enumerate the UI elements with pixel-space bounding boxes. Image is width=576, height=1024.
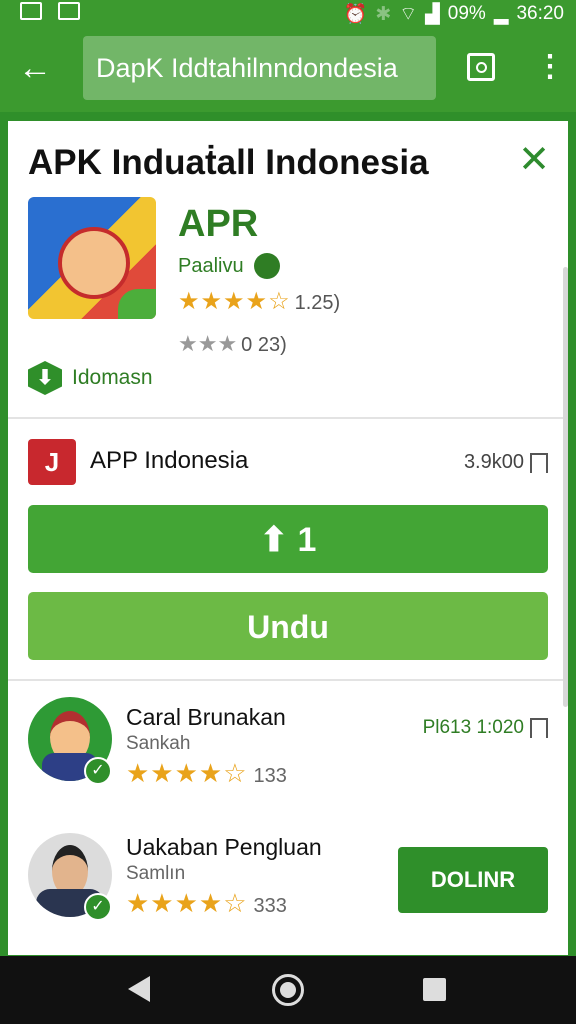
price-text: Pl613 1:020 bbox=[422, 717, 524, 738]
rating-stars: ★★★★☆ bbox=[178, 288, 291, 315]
search-icon[interactable] bbox=[467, 53, 495, 81]
verified-check-icon: ✓ bbox=[84, 757, 112, 785]
dialog-title: APK Induaṫall Indonesia bbox=[28, 143, 429, 182]
update-label: 1 bbox=[297, 521, 317, 559]
image-notification-icon bbox=[58, 2, 80, 20]
clock: 36:20 bbox=[516, 3, 564, 24]
bluetooth-icon: ✱ bbox=[375, 3, 392, 25]
secondary-count: 0 23) bbox=[241, 334, 287, 356]
publisher-icon: J bbox=[28, 439, 76, 485]
related-item-rating: ★★★★☆ 133 bbox=[126, 758, 287, 789]
battery-icon: ▂ bbox=[493, 3, 509, 25]
related-action-button[interactable]: DOLINR bbox=[398, 847, 548, 913]
related-item-rating: ★★★★☆ 333 bbox=[126, 888, 287, 919]
secondary-rating: ★★★ 0 23) bbox=[178, 331, 287, 357]
verified-check-icon: ✓ bbox=[84, 893, 112, 921]
rating-count: 1.25) bbox=[294, 292, 341, 314]
developer-name: Paalivu bbox=[178, 254, 244, 277]
related-item-name[interactable]: Caral Brunakan bbox=[126, 704, 286, 731]
scrollbar[interactable] bbox=[563, 267, 568, 707]
related-item-subtitle: Sankah bbox=[126, 733, 191, 754]
back-arrow-icon[interactable]: ← bbox=[18, 51, 52, 85]
app-rating: ★★★★☆ 1.25) bbox=[178, 287, 340, 316]
nav-back-icon[interactable] bbox=[128, 976, 150, 1002]
rating-stars: ★★★★☆ bbox=[126, 888, 248, 918]
nav-home-icon[interactable] bbox=[272, 974, 304, 1006]
related-item-subtitle: Samlın bbox=[126, 863, 186, 884]
close-icon[interactable]: ✕ bbox=[518, 141, 550, 179]
rating-stars: ★★★★☆ bbox=[126, 758, 248, 788]
alarm-icon: ⏰ bbox=[343, 4, 368, 25]
wifi-icon: ⌔ bbox=[399, 4, 418, 25]
bookmark-icon[interactable] bbox=[530, 718, 548, 738]
more-options-icon[interactable]: ⋮ bbox=[535, 52, 565, 82]
publisher-name: APP Indonesia bbox=[90, 447, 249, 474]
battery-percent: 09% bbox=[447, 3, 486, 24]
rating-count: 133 bbox=[253, 765, 287, 787]
app-bar: ← DapK Iddtahilnndondesia ⋮ bbox=[0, 26, 576, 112]
divider bbox=[8, 679, 568, 681]
search-input[interactable]: DapK Iddtahilnndondesia bbox=[83, 36, 436, 100]
divider bbox=[8, 417, 568, 419]
install-dialog: APK Induaṫall Indonesia ✕ APR Paalivu ★★… bbox=[8, 121, 568, 955]
install-badge: ⬇ Idomasn bbox=[28, 361, 153, 395]
bookmark-icon[interactable] bbox=[530, 452, 548, 473]
status-bar: ⏰ ✱ ⌔ ▟ 09% ▂ 36:20 bbox=[0, 0, 576, 26]
download-shield-icon: ⬇ bbox=[28, 361, 62, 395]
app-icon bbox=[28, 197, 156, 319]
navigation-bar bbox=[0, 956, 576, 1024]
download-button[interactable]: Undu bbox=[28, 592, 548, 660]
nav-recents-icon[interactable] bbox=[423, 978, 446, 1001]
secondary-stars: ★★★ bbox=[178, 331, 238, 356]
related-item-price[interactable]: Pl613 1:020 bbox=[423, 717, 548, 739]
signal-icon: ▟ bbox=[425, 3, 440, 25]
size-text: 3.9k00 bbox=[463, 451, 524, 473]
up-arrow-icon: ⬆ bbox=[259, 521, 289, 559]
badge-label: Idomasn bbox=[72, 366, 153, 389]
publisher-size: 3.9k00 bbox=[464, 451, 548, 474]
rating-count: 333 bbox=[253, 895, 287, 917]
verified-developer-icon bbox=[253, 253, 280, 279]
developer-row[interactable]: Paalivu bbox=[178, 253, 280, 279]
related-item-name[interactable]: Uakaban Pengluan bbox=[126, 834, 322, 861]
app-name: APR bbox=[178, 203, 259, 245]
update-button[interactable]: ⬆ 1 bbox=[28, 505, 548, 573]
gallery-notification-icon bbox=[20, 2, 42, 20]
